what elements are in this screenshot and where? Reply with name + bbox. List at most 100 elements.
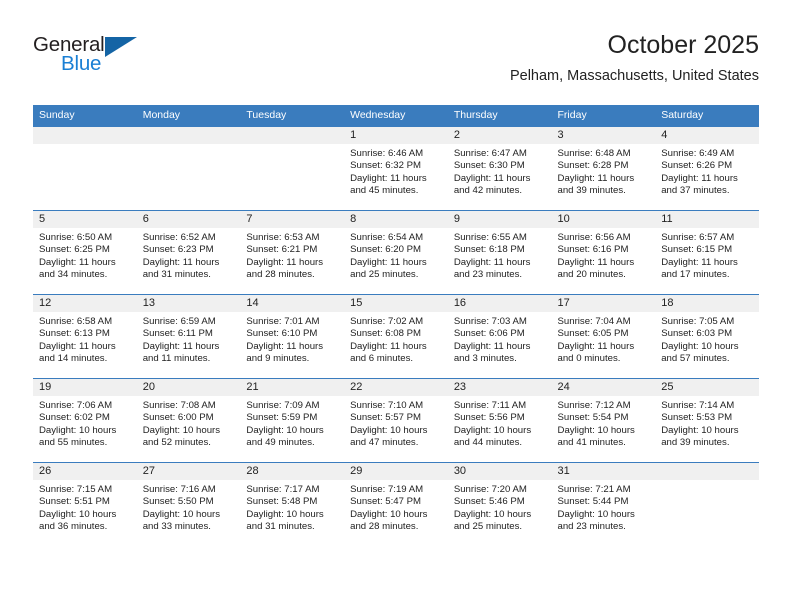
daylight-line1: Daylight: 10 hours	[350, 424, 428, 436]
sunrise-text: Sunrise: 7:06 AM	[39, 400, 113, 411]
weekday-header-wednesday: Wednesday	[344, 105, 448, 127]
daylight-line1: Daylight: 10 hours	[246, 508, 324, 520]
day-cell[interactable]: 16 Sunrise: 7:03 AM Sunset: 6:06 PM Dayl…	[447, 294, 552, 379]
daylight-line2: and 36 minutes.	[39, 521, 108, 533]
sunset-text: Sunset: 6:26 PM	[661, 160, 733, 172]
sunset-text: Sunset: 6:30 PM	[453, 160, 525, 172]
day-number: 28	[240, 463, 345, 480]
day-cell[interactable]: 8 Sunrise: 6:54 AM Sunset: 6:20 PM Dayli…	[344, 210, 448, 295]
day-cell[interactable]: 5 Sunrise: 6:50 AM Sunset: 6:25 PM Dayli…	[33, 210, 137, 295]
daylight-line1: Daylight: 11 hours	[142, 340, 220, 352]
day-cell	[136, 126, 241, 211]
day-cell[interactable]: 27 Sunrise: 7:16 AM Sunset: 5:50 PM Dayl…	[136, 462, 241, 547]
sunrise-text: Sunrise: 7:20 AM	[453, 484, 527, 495]
sunset-text: Sunset: 6:28 PM	[557, 160, 629, 172]
daylight-line1: Daylight: 11 hours	[453, 172, 531, 184]
sunrise-text: Sunrise: 6:56 AM	[557, 232, 631, 243]
daylight-line2: and 25 minutes.	[350, 269, 419, 281]
day-details: Sunrise: 6:52 AM Sunset: 6:23 PM Dayligh…	[137, 228, 241, 282]
day-number: 27	[136, 463, 241, 480]
sunrise-text: Sunrise: 6:54 AM	[350, 232, 424, 243]
sunset-text: Sunset: 6:32 PM	[350, 160, 422, 172]
day-details: Sunrise: 7:02 AM Sunset: 6:08 PM Dayligh…	[344, 312, 448, 366]
day-cell[interactable]: 15 Sunrise: 7:02 AM Sunset: 6:08 PM Dayl…	[344, 294, 448, 379]
day-cell[interactable]: 24 Sunrise: 7:12 AM Sunset: 5:54 PM Dayl…	[551, 378, 656, 463]
sunset-text: Sunset: 5:54 PM	[557, 412, 629, 424]
daylight-line2: and 14 minutes.	[39, 353, 108, 365]
day-cell[interactable]: 7 Sunrise: 6:53 AM Sunset: 6:21 PM Dayli…	[240, 210, 345, 295]
day-cell[interactable]: 18 Sunrise: 7:05 AM Sunset: 6:03 PM Dayl…	[655, 294, 759, 379]
sunrise-text: Sunrise: 7:11 AM	[453, 400, 527, 411]
day-cell[interactable]: 31 Sunrise: 7:21 AM Sunset: 5:44 PM Dayl…	[551, 462, 656, 547]
day-cell[interactable]: 19 Sunrise: 7:06 AM Sunset: 6:02 PM Dayl…	[33, 378, 137, 463]
day-number: 24	[551, 379, 656, 396]
day-details: Sunrise: 7:09 AM Sunset: 5:59 PM Dayligh…	[240, 396, 344, 450]
general-blue-logo[interactable]: General Blue	[33, 34, 213, 89]
day-details: Sunrise: 6:57 AM Sunset: 6:15 PM Dayligh…	[655, 228, 759, 282]
daylight-line2: and 3 minutes.	[453, 353, 517, 365]
day-cell[interactable]: 1 Sunrise: 6:46 AM Sunset: 6:32 PM Dayli…	[344, 126, 448, 211]
day-cell[interactable]: 9 Sunrise: 6:55 AM Sunset: 6:18 PM Dayli…	[447, 210, 552, 295]
day-cell[interactable]: 10 Sunrise: 6:56 AM Sunset: 6:16 PM Dayl…	[551, 210, 656, 295]
daylight-line1: Daylight: 10 hours	[453, 508, 532, 520]
day-cell[interactable]: 4 Sunrise: 6:49 AM Sunset: 6:26 PM Dayli…	[655, 126, 759, 211]
daylight-line2: and 25 minutes.	[453, 521, 523, 533]
weekday-header-tuesday: Tuesday	[240, 105, 345, 127]
sunrise-sunset-calendar: Sunday Monday Tuesday Wednesday Thursday…	[33, 105, 759, 547]
day-cell[interactable]: 21 Sunrise: 7:09 AM Sunset: 5:59 PM Dayl…	[240, 378, 345, 463]
daylight-line2: and 39 minutes.	[557, 185, 626, 197]
day-cell[interactable]: 11 Sunrise: 6:57 AM Sunset: 6:15 PM Dayl…	[655, 210, 759, 295]
day-cell[interactable]: 20 Sunrise: 7:08 AM Sunset: 6:00 PM Dayl…	[136, 378, 241, 463]
daylight-line2: and 20 minutes.	[557, 269, 626, 281]
day-details: Sunrise: 7:06 AM Sunset: 6:02 PM Dayligh…	[33, 396, 137, 450]
day-details: Sunrise: 7:20 AM Sunset: 5:46 PM Dayligh…	[448, 480, 552, 534]
day-cell[interactable]: 29 Sunrise: 7:19 AM Sunset: 5:47 PM Dayl…	[344, 462, 448, 547]
day-number: 3	[551, 127, 656, 144]
day-cell[interactable]: 3 Sunrise: 6:48 AM Sunset: 6:28 PM Dayli…	[551, 126, 656, 211]
sunrise-text: Sunrise: 6:57 AM	[661, 232, 735, 243]
daylight-line2: and 47 minutes.	[350, 437, 419, 449]
sunrise-text: Sunrise: 7:05 AM	[661, 316, 735, 327]
day-cell[interactable]: 12 Sunrise: 6:58 AM Sunset: 6:13 PM Dayl…	[33, 294, 137, 379]
day-cell[interactable]: 30 Sunrise: 7:20 AM Sunset: 5:46 PM Dayl…	[447, 462, 552, 547]
daylight-line1: Daylight: 11 hours	[557, 172, 635, 184]
day-number: 29	[344, 463, 448, 480]
daylight-line2: and 57 minutes.	[661, 353, 730, 365]
sunset-text: Sunset: 6:11 PM	[142, 328, 213, 340]
daylight-line2: and 28 minutes.	[246, 269, 315, 281]
day-cell[interactable]: 22 Sunrise: 7:10 AM Sunset: 5:57 PM Dayl…	[344, 378, 448, 463]
day-cell[interactable]: 28 Sunrise: 7:17 AM Sunset: 5:48 PM Dayl…	[240, 462, 345, 547]
calendar-week-row: 1 Sunrise: 6:46 AM Sunset: 6:32 PM Dayli…	[33, 126, 759, 211]
day-number: 17	[551, 295, 656, 312]
daylight-line1: Daylight: 10 hours	[557, 424, 635, 436]
day-cell[interactable]: 6 Sunrise: 6:52 AM Sunset: 6:23 PM Dayli…	[136, 210, 241, 295]
sunset-text: Sunset: 5:48 PM	[246, 496, 318, 508]
day-cell[interactable]: 17 Sunrise: 7:04 AM Sunset: 6:05 PM Dayl…	[551, 294, 656, 379]
weekday-header-sunday: Sunday	[33, 105, 137, 127]
daylight-line1: Daylight: 11 hours	[350, 256, 427, 268]
day-details: Sunrise: 7:08 AM Sunset: 6:00 PM Dayligh…	[137, 396, 241, 450]
day-cell[interactable]: 13 Sunrise: 6:59 AM Sunset: 6:11 PM Dayl…	[136, 294, 241, 379]
day-details: Sunrise: 6:47 AM Sunset: 6:30 PM Dayligh…	[448, 144, 552, 198]
sunset-text: Sunset: 5:57 PM	[350, 412, 422, 424]
day-cell[interactable]: 2 Sunrise: 6:47 AM Sunset: 6:30 PM Dayli…	[447, 126, 552, 211]
day-cell[interactable]: 26 Sunrise: 7:15 AM Sunset: 5:51 PM Dayl…	[33, 462, 137, 547]
sunrise-text: Sunrise: 7:19 AM	[350, 484, 424, 495]
day-number: 20	[136, 379, 241, 396]
daylight-line2: and 39 minutes.	[661, 437, 730, 449]
day-cell[interactable]: 14 Sunrise: 7:01 AM Sunset: 6:10 PM Dayl…	[240, 294, 345, 379]
sunrise-text: Sunrise: 7:21 AM	[557, 484, 631, 495]
daylight-line1: Daylight: 10 hours	[661, 424, 739, 436]
day-cell	[655, 462, 759, 547]
day-cell[interactable]: 23 Sunrise: 7:11 AM Sunset: 5:56 PM Dayl…	[447, 378, 552, 463]
day-cell	[240, 126, 345, 211]
day-details: Sunrise: 6:49 AM Sunset: 6:26 PM Dayligh…	[655, 144, 759, 198]
sunset-text: Sunset: 6:23 PM	[142, 244, 214, 256]
day-number: 30	[447, 463, 552, 480]
daylight-line2: and 45 minutes.	[350, 185, 419, 197]
sunset-text: Sunset: 5:50 PM	[142, 496, 214, 508]
day-cell	[33, 126, 137, 211]
day-cell[interactable]: 25 Sunrise: 7:14 AM Sunset: 5:53 PM Dayl…	[655, 378, 759, 463]
day-details: Sunrise: 7:15 AM Sunset: 5:51 PM Dayligh…	[33, 480, 137, 534]
calendar-week-row: 12 Sunrise: 6:58 AM Sunset: 6:13 PM Dayl…	[33, 294, 759, 379]
